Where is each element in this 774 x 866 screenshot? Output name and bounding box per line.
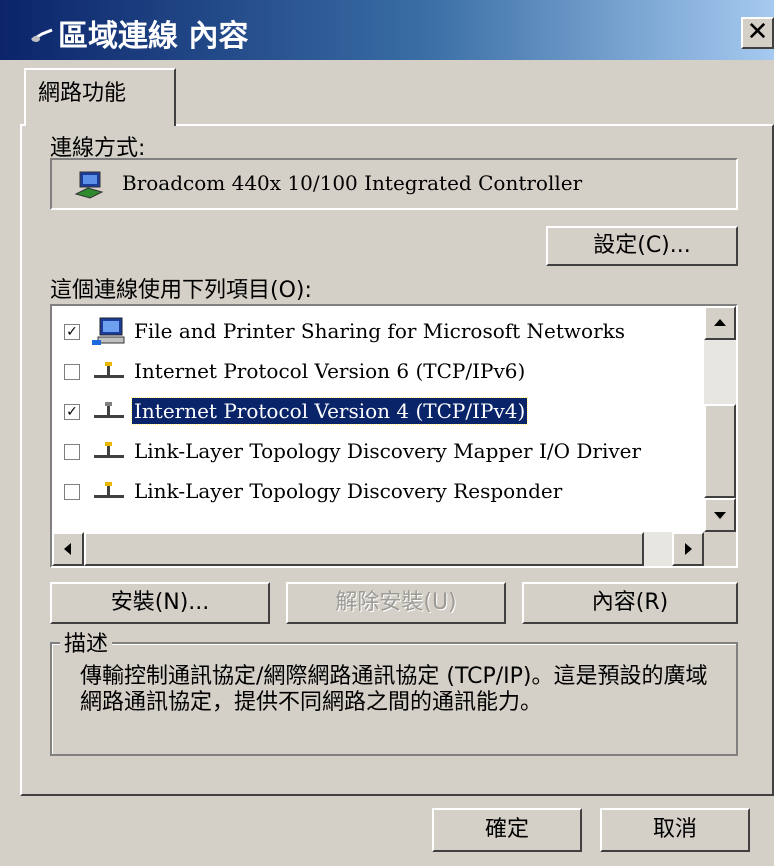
scroll-down-button[interactable] xyxy=(704,498,736,532)
cancel-button[interactable]: 取消 xyxy=(600,808,750,852)
horizontal-scrollbar[interactable] xyxy=(52,532,704,566)
network-computer-icon xyxy=(92,317,125,345)
window-title: 區域連線 內容 xyxy=(58,19,249,54)
install-button[interactable]: 安裝(N)... xyxy=(50,582,270,624)
configure-button[interactable]: 設定(C)... xyxy=(546,226,738,266)
item-label: Link-Layer Topology Discovery Responder xyxy=(134,479,563,503)
close-button[interactable]: ✕ xyxy=(741,17,774,49)
item-label: Internet Protocol Version 6 (TCP/IPv6) xyxy=(134,359,526,383)
item-label: Link-Layer Topology Discovery Mapper I/O… xyxy=(134,439,642,463)
adapter-field: Broadcom 440x 10/100 Integrated Controll… xyxy=(50,158,738,210)
ok-button[interactable]: 確定 xyxy=(432,808,582,852)
arrow-up-icon xyxy=(714,319,726,326)
vertical-scrollbar[interactable] xyxy=(704,306,736,532)
protocol-icon xyxy=(94,442,124,458)
item-label: File and Printer Sharing for Microsoft N… xyxy=(134,319,626,343)
arrow-down-icon xyxy=(714,512,726,519)
description-text: 傳輸控制通訊協定/網際網路通訊協定 (TCP/IP)。這是預設的廣域網路通訊協定… xyxy=(80,664,708,715)
list-item[interactable]: Link-Layer Topology Discovery Mapper I/O… xyxy=(52,432,692,472)
checkbox-unchecked[interactable] xyxy=(64,444,80,460)
properties-dialog: 區域連線 內容 ✕ 網路功能 連線方式: Broadcom 440x 10/10… xyxy=(0,0,774,866)
scroll-up-button[interactable] xyxy=(704,306,736,340)
item-label-selected: Internet Protocol Version 4 (TCP/IPv4) xyxy=(130,397,529,425)
uninstall-button[interactable]: 解除安裝(U) xyxy=(286,582,506,624)
list-item[interactable]: Internet Protocol Version 6 (TCP/IPv6) xyxy=(52,352,692,392)
components-list[interactable]: ✓ File and Printer Sharing for Microsoft… xyxy=(50,304,738,568)
properties-button[interactable]: 內容(R) xyxy=(522,582,738,624)
protocol-icon xyxy=(94,362,124,378)
list-item[interactable]: ✓ File and Printer Sharing for Microsoft… xyxy=(52,312,692,352)
list-item[interactable]: ✓ Internet Protocol Version 4 (TCP/IPv4) xyxy=(52,392,692,432)
tab-networking[interactable]: 網路功能 xyxy=(24,68,176,126)
protocol-icon xyxy=(94,402,124,418)
checkbox-unchecked[interactable] xyxy=(64,484,80,500)
vertical-scroll-thumb[interactable] xyxy=(704,404,736,498)
network-adapter-icon xyxy=(74,171,104,199)
checkbox-unchecked[interactable] xyxy=(64,364,80,380)
adapter-name: Broadcom 440x 10/100 Integrated Controll… xyxy=(122,171,583,195)
scrollbar-corner xyxy=(704,532,736,566)
horizontal-scroll-thumb[interactable] xyxy=(84,532,644,566)
scroll-left-button[interactable] xyxy=(52,532,84,566)
items-label: 這個連線使用下列項目(O): xyxy=(50,278,312,303)
network-connection-icon xyxy=(31,28,53,42)
checkbox-checked[interactable]: ✓ xyxy=(64,404,80,420)
title-bar[interactable]: 區域連線 內容 ✕ xyxy=(0,0,774,60)
list-item[interactable]: Link-Layer Topology Discovery Responder xyxy=(52,472,692,512)
arrow-left-icon xyxy=(64,543,71,555)
arrow-right-icon xyxy=(685,543,692,555)
description-legend: 描述 xyxy=(60,626,113,658)
protocol-icon xyxy=(94,482,124,498)
scroll-right-button[interactable] xyxy=(672,532,704,566)
checkbox-checked[interactable]: ✓ xyxy=(64,324,80,340)
